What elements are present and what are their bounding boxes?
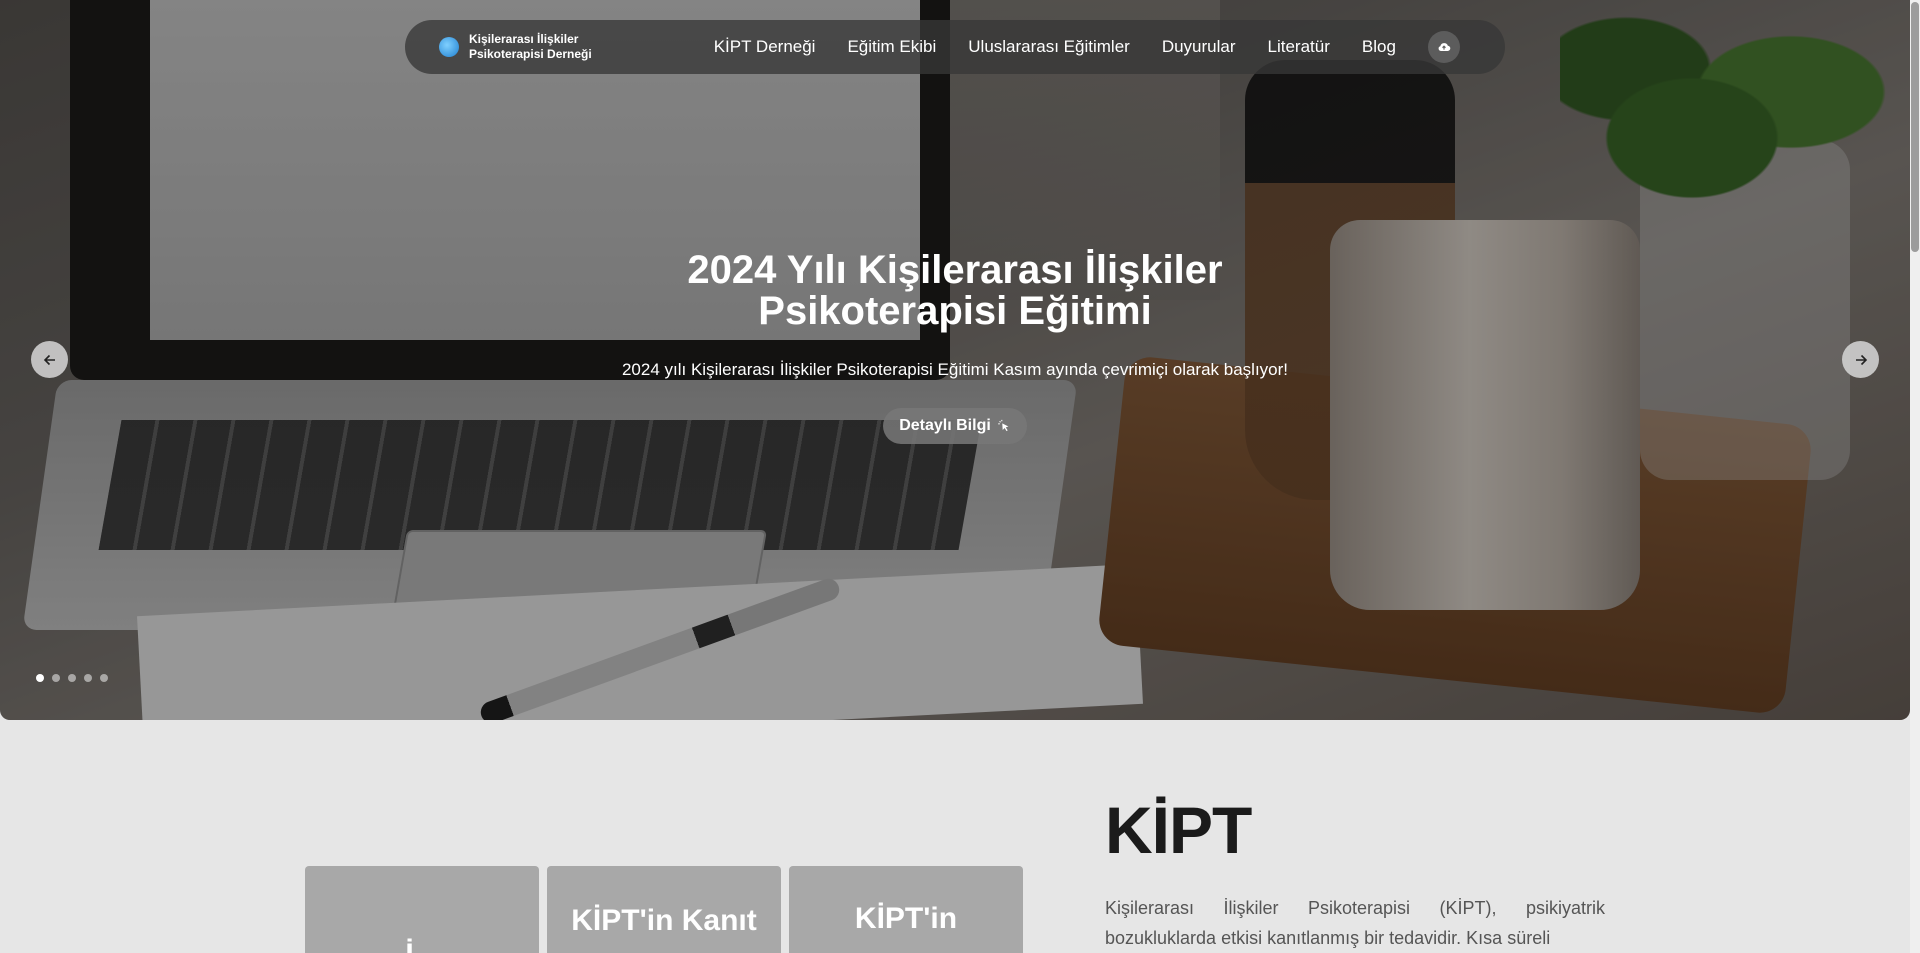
hero-slider: Kişilerarası İlişkiler Psikoterapisi Der… bbox=[0, 0, 1910, 720]
arrow-right-icon bbox=[1855, 354, 1867, 365]
scrollbar-thumb[interactable] bbox=[1911, 2, 1919, 252]
cloud-upload-icon bbox=[1438, 43, 1451, 51]
arrow-left-icon bbox=[43, 354, 55, 365]
nav-link-kipt-dernegi[interactable]: KİPT Derneği bbox=[714, 37, 816, 57]
pointer-click-icon bbox=[998, 419, 1009, 432]
brand-link[interactable]: Kişilerarası İlişkiler Psikoterapisi Der… bbox=[439, 32, 592, 62]
feature-cards: İ... KİPT'in Kanıt KİPT'in bbox=[305, 866, 1023, 953]
slider-dot-2[interactable] bbox=[52, 674, 60, 682]
about-title: KİPT bbox=[1105, 793, 1252, 867]
hero-title-line1: 2024 Yılı Kişilerarası İlişkiler bbox=[687, 248, 1223, 292]
hero-subtitle: 2024 yılı Kişilerarası İlişkiler Psikote… bbox=[621, 360, 1289, 379]
about-text: Kişilerarası İlişkiler Psikoterapisi (Kİ… bbox=[1105, 898, 1605, 948]
nav-link-blog[interactable]: Blog bbox=[1362, 37, 1396, 57]
hero-content: 2024 Yılı Kişilerarası İlişkiler Psikote… bbox=[600, 250, 1310, 444]
details-button-label: Detaylı Bilgi bbox=[899, 417, 991, 434]
brand-name-line2: Psikoterapisi Derneği bbox=[469, 47, 592, 61]
globe-logo-icon bbox=[439, 37, 459, 57]
slider-dots bbox=[36, 674, 108, 682]
nav-links: KİPT Derneği Eğitim Ekibi Uluslararası E… bbox=[714, 37, 1396, 57]
brand-name-line1: Kişilerarası İlişkiler bbox=[469, 32, 579, 46]
slider-dot-3[interactable] bbox=[68, 674, 76, 682]
feature-card-kipt[interactable]: KİPT'in bbox=[789, 866, 1023, 953]
slider-prev-button[interactable] bbox=[31, 341, 68, 378]
nav-link-egitim-ekibi[interactable]: Eğitim Ekibi bbox=[847, 37, 936, 57]
slider-dot-1[interactable] bbox=[36, 674, 44, 682]
slider-next-button[interactable] bbox=[1842, 341, 1879, 378]
details-button[interactable]: Detaylı Bilgi bbox=[883, 408, 1027, 444]
page-scrollbar[interactable] bbox=[1910, 0, 1920, 953]
top-navbar: Kişilerarası İlişkiler Psikoterapisi Der… bbox=[405, 20, 1505, 74]
feature-card-1[interactable]: İ... bbox=[305, 866, 539, 953]
hero-title: 2024 Yılı Kişilerarası İlişkiler Psikote… bbox=[600, 250, 1310, 332]
nav-link-literatur[interactable]: Literatür bbox=[1268, 37, 1330, 57]
slider-dot-4[interactable] bbox=[84, 674, 92, 682]
cloud-upload-button[interactable] bbox=[1427, 31, 1460, 63]
feature-card-kanit[interactable]: KİPT'in Kanıt bbox=[547, 866, 781, 953]
brand-name: Kişilerarası İlişkiler Psikoterapisi Der… bbox=[469, 32, 592, 62]
nav-link-uluslararasi-egitimler[interactable]: Uluslararası Eğitimler bbox=[968, 37, 1130, 57]
slider-dot-5[interactable] bbox=[100, 674, 108, 682]
hero-title-line2: Psikoterapisi Eğitimi bbox=[758, 289, 1152, 333]
nav-link-duyurular[interactable]: Duyurular bbox=[1162, 37, 1236, 57]
